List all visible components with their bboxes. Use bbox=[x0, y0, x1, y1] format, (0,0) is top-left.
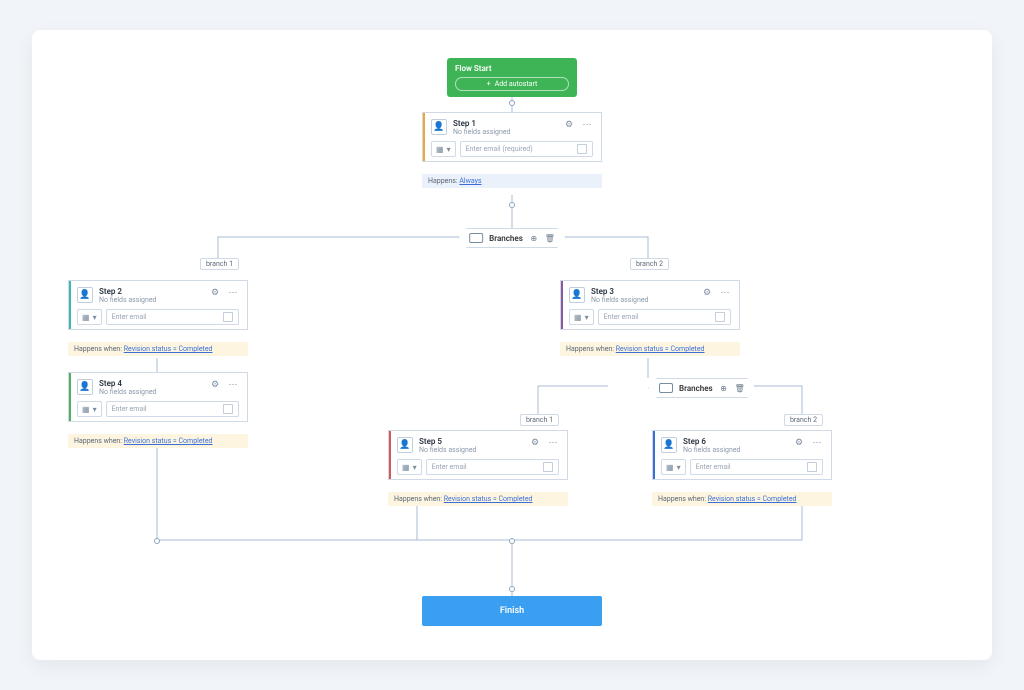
person-icon: 👤 bbox=[77, 379, 93, 395]
branch-icon bbox=[469, 233, 483, 243]
branches-node-1[interactable]: Branches ⊕ 🗑 bbox=[458, 228, 566, 248]
delete-branch-icon[interactable]: 🗑 bbox=[735, 383, 745, 393]
person-icon: 👤 bbox=[661, 437, 677, 453]
step-4-condition: Happens when: Revision status = Complete… bbox=[68, 434, 248, 448]
gear-icon[interactable]: ⚙ bbox=[563, 119, 575, 131]
finish-node[interactable]: Finish bbox=[422, 596, 602, 626]
step-5-condition: Happens when: Revision status = Complete… bbox=[388, 492, 568, 506]
book-icon[interactable] bbox=[223, 312, 233, 322]
field-type-dropdown[interactable]: ▦ ▾ bbox=[431, 141, 456, 157]
step-6-card[interactable]: 👤 Step 6No fields assigned ⚙ ⋯ ▦▾ Enter … bbox=[652, 430, 832, 480]
step-6-condition: Happens when: Revision status = Complete… bbox=[652, 492, 832, 506]
field-type-dropdown[interactable]: ▦▾ bbox=[77, 401, 102, 417]
book-icon[interactable] bbox=[715, 312, 725, 322]
step-subtitle: No fields assigned bbox=[453, 128, 557, 136]
step-title: Step 1 bbox=[453, 119, 557, 128]
step-5-card[interactable]: 👤 Step 5No fields assigned ⚙ ⋯ ▦▾ Enter … bbox=[388, 430, 568, 480]
add-branch-icon[interactable]: ⊕ bbox=[719, 383, 729, 393]
step-3-card[interactable]: 👤 Step 3No fields assigned ⚙ ⋯ ▦▾ Enter … bbox=[560, 280, 740, 330]
connector-dot bbox=[509, 586, 515, 592]
step-2-condition: Happens when: Revision status = Complete… bbox=[68, 342, 248, 356]
gear-icon[interactable]: ⚙ bbox=[209, 287, 221, 299]
email-input[interactable]: Enter email bbox=[598, 309, 731, 325]
person-icon: 👤 bbox=[569, 287, 585, 303]
field-type-dropdown[interactable]: ▦▾ bbox=[569, 309, 594, 325]
email-input[interactable]: Enter email bbox=[690, 459, 823, 475]
more-icon[interactable]: ⋯ bbox=[547, 437, 559, 449]
branch-2-label: branch 2 bbox=[630, 258, 669, 270]
step-2-card[interactable]: 👤 Step 2No fields assigned ⚙ ⋯ ▦▾ Enter … bbox=[68, 280, 248, 330]
add-autostart-button[interactable]: Add autostart bbox=[455, 77, 569, 91]
book-icon[interactable] bbox=[223, 404, 233, 414]
step-1-condition: Happens: Always bbox=[422, 174, 602, 188]
condition-link[interactable]: Revision status = Completed bbox=[124, 345, 213, 353]
flow-start-node: Flow Start Add autostart bbox=[447, 58, 577, 97]
gear-icon[interactable]: ⚙ bbox=[793, 437, 805, 449]
gear-icon[interactable]: ⚙ bbox=[529, 437, 541, 449]
branch-1-label: branch 1 bbox=[200, 258, 239, 270]
connector-dot bbox=[509, 538, 515, 544]
book-icon[interactable] bbox=[577, 144, 587, 154]
chevron-down-icon: ▾ bbox=[447, 145, 451, 154]
flow-canvas[interactable]: Flow Start Add autostart 👤 Step 1 No fie… bbox=[32, 30, 992, 660]
book-icon[interactable] bbox=[543, 462, 553, 472]
branch-icon bbox=[659, 383, 673, 393]
field-type-dropdown[interactable]: ▦▾ bbox=[661, 459, 686, 475]
more-icon[interactable]: ⋯ bbox=[581, 119, 593, 131]
step-4-card[interactable]: 👤 Step 4No fields assigned ⚙ ⋯ ▦▾ Enter … bbox=[68, 372, 248, 422]
book-icon[interactable] bbox=[807, 462, 817, 472]
condition-link[interactable]: Always bbox=[459, 177, 481, 185]
more-icon[interactable]: ⋯ bbox=[227, 379, 239, 391]
email-input[interactable]: Enter email bbox=[106, 309, 239, 325]
connector-dot bbox=[509, 100, 515, 106]
email-input[interactable]: Enter email (required) bbox=[460, 141, 593, 157]
condition-link[interactable]: Revision status = Completed bbox=[444, 495, 533, 503]
calendar-icon: ▦ bbox=[436, 145, 444, 154]
connector-dot bbox=[509, 202, 515, 208]
delete-branch-icon[interactable]: 🗑 bbox=[545, 233, 555, 243]
flow-start-title: Flow Start bbox=[455, 64, 569, 73]
person-icon: 👤 bbox=[77, 287, 93, 303]
connector-dot bbox=[154, 538, 160, 544]
gear-icon[interactable]: ⚙ bbox=[701, 287, 713, 299]
email-input[interactable]: Enter email bbox=[106, 401, 239, 417]
step-3-condition: Happens when: Revision status = Complete… bbox=[560, 342, 740, 356]
more-icon[interactable]: ⋯ bbox=[719, 287, 731, 299]
more-icon[interactable]: ⋯ bbox=[227, 287, 239, 299]
email-input[interactable]: Enter email bbox=[426, 459, 559, 475]
step-1-card[interactable]: 👤 Step 1 No fields assigned ⚙ ⋯ ▦ ▾ Ente… bbox=[422, 112, 602, 162]
more-icon[interactable]: ⋯ bbox=[811, 437, 823, 449]
person-icon: 👤 bbox=[431, 119, 447, 135]
condition-link[interactable]: Revision status = Completed bbox=[616, 345, 705, 353]
person-icon: 👤 bbox=[397, 437, 413, 453]
branch-2-label-2: branch 2 bbox=[784, 414, 823, 426]
condition-link[interactable]: Revision status = Completed bbox=[124, 437, 213, 445]
gear-icon[interactable]: ⚙ bbox=[209, 379, 221, 391]
branch-1-label-2: branch 1 bbox=[520, 414, 559, 426]
field-type-dropdown[interactable]: ▦▾ bbox=[77, 309, 102, 325]
condition-link[interactable]: Revision status = Completed bbox=[708, 495, 797, 503]
add-branch-icon[interactable]: ⊕ bbox=[529, 233, 539, 243]
branches-node-2[interactable]: Branches ⊕ 🗑 bbox=[648, 378, 756, 398]
field-type-dropdown[interactable]: ▦▾ bbox=[397, 459, 422, 475]
